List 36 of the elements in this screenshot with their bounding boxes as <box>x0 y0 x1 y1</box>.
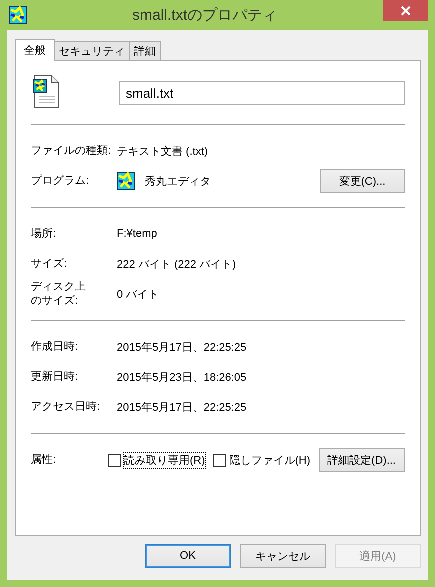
tab[interactable]: セキュリティ <box>54 41 130 60</box>
close-icon <box>400 6 410 16</box>
field-label: アクセス日時: <box>31 400 102 414</box>
field-label: 更新日時: <box>31 370 80 384</box>
field-label: のサイズ: <box>31 294 80 308</box>
field-label: ディスク上 <box>31 280 87 294</box>
field-value: 0 バイト <box>117 288 160 302</box>
field-value: 2015年5月17日、22:25:25 <box>117 340 247 354</box>
field-label: ファイルの種類: <box>31 144 112 158</box>
dialog-button[interactable]: OK <box>145 544 231 568</box>
checkbox-label[interactable]: 隠しファイル(H) <box>229 452 311 468</box>
program-icon <box>9 6 27 24</box>
field-label: 作成日時: <box>31 340 80 354</box>
change-button[interactable]: 変更(C)... <box>320 169 405 193</box>
checkbox-label[interactable]: 読み取り専用(R) <box>124 452 206 468</box>
dialog-button[interactable]: キャンセル <box>240 544 326 568</box>
field-value: F:¥temp <box>117 228 158 240</box>
tab[interactable]: 全般 <box>15 39 55 61</box>
field-value: 222 バイト (222 バイト) <box>117 258 236 272</box>
window-title: small.txtのプロパティ <box>131 6 278 24</box>
field-label: 場所: <box>31 226 58 242</box>
checkbox[interactable] <box>108 454 121 466</box>
tab[interactable]: 詳細 <box>129 41 161 60</box>
field-value: テキスト文書 (.txt) <box>117 144 208 158</box>
file-name-field[interactable]: small.txt <box>119 81 405 105</box>
advanced-button[interactable]: 詳細設定(D)... <box>318 448 405 472</box>
field-value: 2015年5月23日、18:26:05 <box>117 370 247 384</box>
program-icon <box>117 172 135 190</box>
close-button[interactable] <box>383 0 428 21</box>
field-label: サイズ: <box>31 256 68 272</box>
field-label: プログラム: <box>31 174 90 188</box>
field-value: 2015年5月17日、22:25:25 <box>117 400 247 414</box>
checkbox[interactable] <box>213 454 226 466</box>
file-icon <box>33 74 61 108</box>
field-label: 属性: <box>31 452 58 468</box>
field-value: 秀丸エディタ <box>145 174 211 188</box>
